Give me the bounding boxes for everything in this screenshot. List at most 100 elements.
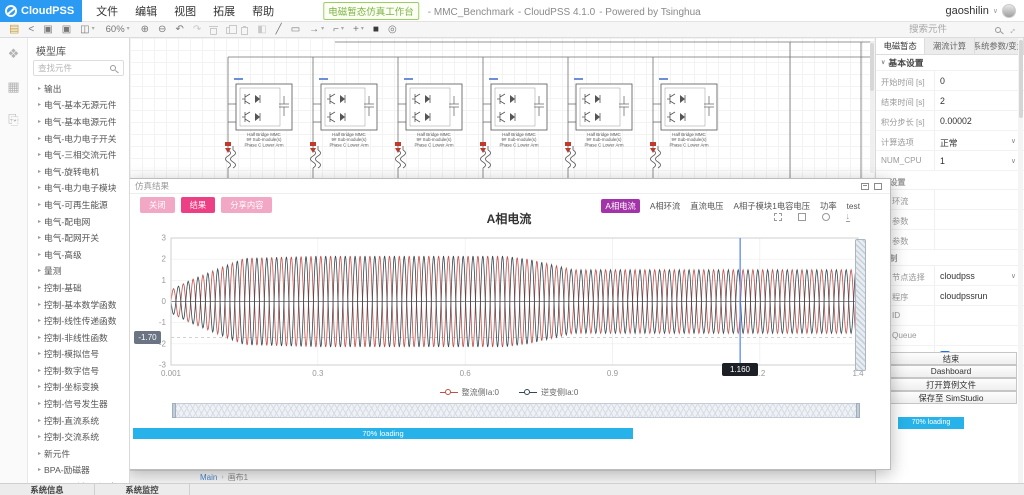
search-input[interactable]	[909, 24, 989, 35]
settings-tab[interactable]: 电磁暂态	[876, 38, 925, 54]
save-as-icon[interactable]: ▣	[62, 22, 71, 37]
param-value[interactable]: 2	[940, 96, 945, 106]
param-value[interactable]: cloudpssrun	[940, 291, 987, 301]
maximize-icon[interactable]	[874, 183, 882, 190]
sidebar-category[interactable]: ▸ 控制-基础	[28, 279, 129, 296]
filter-input[interactable]	[38, 63, 108, 73]
menu-item[interactable]: 编辑	[135, 3, 157, 19]
sidebar-category[interactable]: ▸ 输出	[28, 80, 129, 97]
settings-tab[interactable]: 潮流计算	[925, 38, 974, 54]
x-range-navigator[interactable]	[173, 403, 859, 418]
param-value[interactable]: 1	[940, 156, 945, 166]
sidebar-category[interactable]: ▸ 控制-模拟信号	[28, 346, 129, 363]
sidebar-category[interactable]: ▸ 电气-可再生能源	[28, 196, 129, 213]
undo-icon[interactable]: ↶	[175, 22, 183, 37]
line-icon[interactable]: ╱	[276, 22, 282, 37]
library-icon[interactable]: ▤	[9, 22, 19, 37]
canvas-scrollbar[interactable]	[870, 41, 874, 173]
share-icon[interactable]: <	[28, 22, 34, 37]
documents-icon[interactable]: ⎘	[8, 112, 18, 128]
canvas-tab-sheet[interactable]: 画布1	[228, 472, 248, 483]
settings-tab[interactable]: 系统参数/变量	[975, 38, 1024, 54]
about-icon[interactable]: ◎	[388, 22, 397, 37]
legend-item[interactable]: 整流侧Ia:0	[440, 387, 499, 398]
sidebar-category[interactable]: ▸ 控制-交流系统	[28, 428, 129, 445]
restore-icon[interactable]	[861, 183, 869, 190]
status-tab[interactable]: 系统监控	[95, 484, 190, 495]
status-tab[interactable]: 系统信息	[0, 484, 95, 495]
user-menu[interactable]: gaoshilin ∨	[945, 4, 1016, 18]
sidebar-category[interactable]: ▸ 电气-旋转电机	[28, 163, 129, 180]
rectangle-icon[interactable]: ▭	[291, 22, 300, 37]
sidebar-category[interactable]: ▸ 电气-电力电子模块	[28, 180, 129, 197]
paste-icon[interactable]	[241, 25, 248, 35]
cloudpss-logo[interactable]: CloudPSS	[0, 0, 82, 22]
wire-icon[interactable]: ⌐▾	[333, 22, 344, 37]
sidebar-category[interactable]: ▸ 电气-电力电子开关	[28, 130, 129, 147]
sidebar-category[interactable]: ▸ 电气-配网开关	[28, 229, 129, 246]
arrow-icon[interactable]: →▾	[309, 22, 324, 37]
components-icon[interactable]: ❖	[8, 46, 20, 62]
sidebar-category[interactable]: ▸ 电气-基本电源元件	[28, 113, 129, 130]
menu-item[interactable]: 视图	[174, 3, 196, 19]
basic-settings-header[interactable]: ∨ 基本设置	[876, 55, 1024, 71]
expand-arrow-icon: ▸	[38, 85, 41, 92]
add-icon[interactable]: +▾	[353, 22, 364, 37]
save-icon[interactable]: ▣	[43, 22, 52, 37]
layers-icon[interactable]: ▦	[7, 79, 19, 95]
panel-button[interactable]: 打开算例文件	[885, 378, 1017, 391]
download-icon[interactable]: ↓	[846, 212, 851, 222]
sidebar-category[interactable]: ▸ 电气-高级	[28, 246, 129, 263]
copy-icon[interactable]	[226, 25, 232, 34]
expand-arrow-icon: ▸	[38, 218, 41, 225]
sidebar-category[interactable]: ▸ 新元件	[28, 445, 129, 462]
param-value[interactable]: cloudpss	[940, 271, 975, 281]
y-zoom-slider[interactable]	[855, 239, 866, 371]
panel-button[interactable]: 保存至 SimStudio	[885, 391, 1017, 404]
zoom-out-icon[interactable]: ⊖	[158, 22, 166, 37]
sidebar-category[interactable]: ▸ 控制-非线性函数	[28, 329, 129, 346]
occluded-section-header-1[interactable]: 器设置	[876, 174, 1024, 190]
param-value[interactable]: 0.00002	[940, 116, 972, 126]
sidebar-category[interactable]: ▸ 电气-配电网	[28, 213, 129, 230]
menu-item[interactable]: 文件	[96, 3, 118, 19]
occluded-section-header-2[interactable]: 控制	[876, 250, 1024, 266]
sidebar-category[interactable]: ▸ 量测	[28, 263, 129, 280]
sidebar-category[interactable]: ▸ 控制-直流系统	[28, 412, 129, 429]
sidebar-category[interactable]: ▸ 电气-三相交流元件	[28, 146, 129, 163]
sidebar-category[interactable]: ▸ 电气-基本无源元件	[28, 97, 129, 114]
sidebar-category[interactable]: ▸ 控制-信号发生器	[28, 395, 129, 412]
menu-item[interactable]: 拓展	[213, 3, 235, 19]
param-value[interactable]: 0	[940, 76, 945, 86]
component-filter	[33, 60, 124, 76]
panel-button[interactable]: 结束	[885, 352, 1017, 365]
param-value[interactable]: 正常	[940, 136, 958, 149]
sidebar-category[interactable]: ▸ 控制-数字信号	[28, 362, 129, 379]
navigator-left-handle[interactable]	[172, 403, 176, 418]
canvas-tab-main[interactable]: Main	[200, 473, 217, 482]
legend-item[interactable]: 逆变侧Ia:0	[519, 387, 578, 398]
lasso-icon[interactable]	[822, 213, 830, 221]
sidebar-category[interactable]: ▸ 控制-线性传递函数	[28, 312, 129, 329]
zoom-in-icon[interactable]: ⊕	[141, 22, 149, 37]
param-row: Queue ∨ ✓	[876, 326, 1024, 346]
dialog-title-bar[interactable]: 仿真结果	[128, 179, 890, 194]
redo-icon[interactable]: ↷	[193, 22, 201, 37]
panel-scrollbar[interactable]	[1018, 38, 1023, 483]
menu-item[interactable]: 帮助	[252, 3, 274, 19]
sidebar-category[interactable]: ▸ 控制-坐标变换	[28, 379, 129, 396]
chart-plot[interactable]: 3210-1-2-30.0010.30.60.91.21.4	[148, 229, 873, 384]
reset-zoom-icon[interactable]	[798, 213, 806, 221]
sidebar-category[interactable]: ▸ 控制-基本数学函数	[28, 296, 129, 313]
fill-icon[interactable]: ◧	[257, 22, 266, 37]
layout-icon[interactable]: ◫▾	[80, 22, 94, 37]
navigator-right-handle[interactable]	[856, 403, 860, 418]
search-icon[interactable]	[995, 27, 1001, 33]
zoom-level-select[interactable]: 60%▾	[106, 22, 130, 37]
sidebar-category[interactable]: ▸ BPA-励磁器	[28, 462, 129, 479]
stop-icon[interactable]: ■	[373, 22, 379, 37]
panel-button[interactable]: Dashboard	[885, 365, 1017, 378]
box-zoom-icon[interactable]	[774, 213, 782, 221]
expand-icon[interactable]: ↔	[1005, 23, 1018, 36]
delete-icon[interactable]	[210, 25, 217, 35]
